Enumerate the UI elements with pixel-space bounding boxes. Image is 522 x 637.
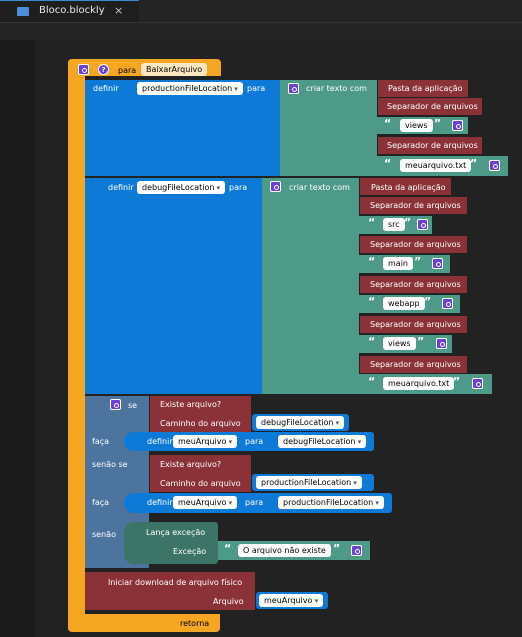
set-keyword: definir bbox=[108, 183, 134, 192]
gear-icon[interactable] bbox=[452, 120, 463, 131]
text-value-field[interactable]: views bbox=[383, 337, 416, 350]
text-value-field[interactable]: webapp bbox=[383, 297, 425, 310]
elseif-label: senão se bbox=[92, 460, 128, 469]
create-text-label: criar texto com bbox=[306, 84, 367, 93]
meuarquivo-dropdown[interactable]: meuArquivo bbox=[259, 594, 324, 607]
quote-close: ” bbox=[333, 542, 341, 555]
debug-var-dropdown[interactable]: debugFileLocation bbox=[137, 181, 226, 194]
gear-icon[interactable] bbox=[489, 160, 500, 171]
toolbox-panel bbox=[0, 40, 35, 637]
file-path-label: Caminho do arquivo bbox=[160, 419, 241, 428]
production-var-dropdown[interactable]: productionFileLocation bbox=[256, 476, 362, 489]
quote-close: ” bbox=[417, 335, 425, 348]
quote-close: ” bbox=[414, 255, 422, 268]
set-keyword: definir bbox=[147, 437, 173, 446]
production-var-dropdown[interactable]: productionFileLocation bbox=[137, 82, 243, 95]
gear-icon[interactable] bbox=[288, 83, 299, 94]
exception-label: Exceção bbox=[173, 547, 207, 556]
separator-label: Separador de arquivos bbox=[370, 320, 461, 329]
separator-label: Separador de arquivos bbox=[370, 360, 461, 369]
quote-close: ” bbox=[424, 295, 432, 308]
gear-icon[interactable] bbox=[436, 338, 447, 349]
separator-label: Separador de arquivos bbox=[387, 141, 478, 150]
do-label: faça bbox=[92, 498, 110, 507]
gear-icon[interactable] bbox=[351, 545, 362, 556]
app-folder-label: Pasta da aplicação bbox=[371, 183, 446, 192]
editor-toolbar bbox=[0, 22, 522, 40]
set-para-label: para bbox=[245, 498, 264, 507]
file-arg-label: Arquivo bbox=[213, 597, 244, 606]
text-value-field[interactable]: views bbox=[400, 119, 433, 132]
text-value-field[interactable]: meuarquivo.txt bbox=[383, 377, 455, 390]
meuarquivo-dropdown[interactable]: meuArquivo bbox=[173, 496, 238, 509]
quote-open: “ bbox=[368, 375, 376, 388]
debug-var-dropdown[interactable]: debugFileLocation bbox=[256, 416, 345, 429]
gear-icon[interactable] bbox=[78, 64, 89, 75]
set-debug-block[interactable] bbox=[85, 178, 263, 394]
gear-icon[interactable] bbox=[472, 378, 483, 389]
gear-icon[interactable] bbox=[417, 219, 428, 230]
production-var-dropdown[interactable]: productionFileLocation bbox=[278, 496, 384, 509]
close-icon[interactable]: × bbox=[114, 4, 123, 17]
gear-icon[interactable] bbox=[432, 258, 443, 269]
gear-icon[interactable] bbox=[270, 181, 281, 192]
quote-open: “ bbox=[224, 542, 232, 555]
quote-close: ” bbox=[453, 375, 461, 388]
set-para-label: para bbox=[229, 183, 248, 192]
procedure-block-spine bbox=[68, 59, 85, 631]
quote-close: ” bbox=[470, 157, 478, 170]
quote-open: “ bbox=[368, 255, 376, 268]
procedure-return-label: retorna bbox=[180, 619, 210, 628]
else-label: senão bbox=[92, 530, 116, 539]
file-icon bbox=[17, 7, 29, 16]
text-value-field[interactable]: src bbox=[383, 218, 405, 231]
quote-open: “ bbox=[368, 216, 376, 229]
create-text-label: criar texto com bbox=[289, 183, 350, 192]
separator-label: Separador de arquivos bbox=[387, 102, 478, 111]
tab-bloco-blockly[interactable]: Bloco.blockly × bbox=[0, 0, 139, 22]
text-value-field[interactable]: main bbox=[383, 257, 413, 270]
set-keyword: definir bbox=[147, 498, 173, 507]
if-label: se bbox=[128, 401, 138, 410]
app-folder-label: Pasta da aplicação bbox=[388, 84, 463, 93]
quote-open: “ bbox=[368, 295, 376, 308]
quote-close: ” bbox=[404, 216, 412, 229]
create-text-block[interactable] bbox=[280, 80, 377, 176]
gear-icon[interactable] bbox=[110, 399, 121, 410]
procedure-para-label: para bbox=[118, 66, 137, 75]
text-value-field[interactable]: O arquivo não existe bbox=[238, 544, 331, 557]
file-exists-label: Existe arquivo? bbox=[160, 400, 222, 409]
separator-label: Separador de arquivos bbox=[370, 201, 461, 210]
gear-icon[interactable] bbox=[442, 298, 453, 309]
procedure-name-field[interactable]: BaixarArquivo bbox=[141, 63, 208, 76]
help-icon[interactable]: ? bbox=[98, 64, 109, 75]
file-exists-label: Existe arquivo? bbox=[160, 460, 222, 469]
separator-label: Separador de arquivos bbox=[370, 280, 461, 289]
text-value-field[interactable]: meuarquivo.txt bbox=[400, 159, 472, 172]
set-para-label: para bbox=[247, 84, 266, 93]
create-text-block[interactable] bbox=[262, 178, 359, 394]
separator-label: Separador de arquivos bbox=[370, 240, 461, 249]
meuarquivo-dropdown[interactable]: meuArquivo bbox=[173, 435, 238, 448]
download-label: Iniciar download de arquivo físico bbox=[108, 578, 243, 587]
quote-open: “ bbox=[384, 117, 392, 130]
do-label: faça bbox=[92, 437, 110, 446]
file-path-label: Caminho do arquivo bbox=[160, 479, 241, 488]
debug-var-dropdown[interactable]: debugFileLocation bbox=[278, 435, 367, 448]
throw-label: Lança exceção bbox=[146, 528, 206, 537]
quote-open: “ bbox=[384, 157, 392, 170]
set-para-label: para bbox=[245, 437, 264, 446]
quote-close: ” bbox=[434, 117, 442, 130]
set-keyword: definir bbox=[93, 84, 119, 93]
quote-open: “ bbox=[368, 335, 376, 348]
tab-title: Bloco.blockly bbox=[39, 5, 105, 16]
